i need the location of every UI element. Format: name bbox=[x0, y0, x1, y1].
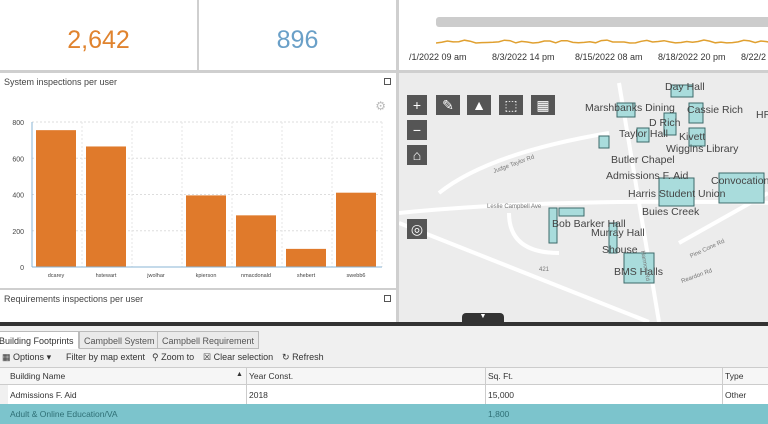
column-divider bbox=[246, 367, 247, 404]
clear-selection-button[interactable]: ☒ Clear selection bbox=[203, 352, 273, 363]
tab-campbell-system[interactable]: Campbell System bbox=[79, 331, 160, 349]
bar-chart: 0 200 400 600 800 dcarey hstewart jwolhar kpiers… bbox=[12, 120, 383, 279]
table-header bbox=[0, 367, 768, 385]
column-header: Year Const. bbox=[249, 371, 294, 381]
collapse-table-handle[interactable]: ▼ bbox=[462, 313, 504, 322]
timeline-tick-label: /1/2022 09 am bbox=[409, 52, 467, 62]
system-inspections-panel: System inspections per user ⚙ 0 200 400 600… bbox=[0, 73, 396, 288]
maximize-icon[interactable] bbox=[384, 295, 391, 302]
column-header: Building Name bbox=[10, 371, 66, 381]
timeline-slider[interactable] bbox=[436, 17, 768, 27]
table-cell: 2018 bbox=[249, 390, 268, 400]
zoom-to-button[interactable]: ⚲ Zoom to bbox=[152, 352, 194, 363]
table-cell: 1,800 bbox=[488, 409, 510, 419]
y-tick-label: 600 bbox=[12, 156, 24, 163]
basemap-icon[interactable]: ▲ bbox=[467, 95, 491, 115]
home-button[interactable]: ⌂ bbox=[407, 145, 427, 165]
map-label[interactable]: Taylor Hall bbox=[619, 128, 668, 140]
road-label: Reardon Rd bbox=[681, 268, 713, 285]
select-icon[interactable]: ⬚ bbox=[499, 95, 523, 115]
options-button[interactable]: ▦ Options ▾ bbox=[2, 352, 51, 363]
panel-title: Requirements inspections per user bbox=[4, 294, 144, 304]
y-tick-label: 800 bbox=[12, 120, 24, 127]
kpi-value: 2,642 bbox=[67, 26, 130, 54]
bar-nmacdonald[interactable] bbox=[236, 215, 276, 267]
table-cell: Admissions F. Aid bbox=[10, 390, 77, 400]
bar-swebb6[interactable] bbox=[336, 192, 376, 267]
refresh-button[interactable]: ↻ Refresh bbox=[282, 352, 324, 363]
map-label[interactable]: BMS Halls bbox=[614, 266, 663, 278]
table-cell: Adult & Online Education/VA bbox=[10, 409, 118, 419]
map-label[interactable]: Wiggins Library bbox=[666, 143, 739, 155]
x-tick-label: nmacdonald bbox=[241, 273, 271, 279]
y-tick-label: 400 bbox=[12, 193, 24, 200]
tab-campbell-requirement[interactable]: Campbell Requirement bbox=[157, 331, 260, 349]
refresh-icon: ↻ bbox=[282, 352, 290, 362]
kpi-value: 896 bbox=[276, 26, 319, 54]
x-tick-label: shebert bbox=[297, 273, 316, 279]
x-tick-label: swebb6 bbox=[347, 273, 366, 279]
table-cell: Other bbox=[725, 390, 747, 400]
map-label[interactable]: Day Hall bbox=[665, 81, 705, 93]
map-label[interactable]: Cassie Rich bbox=[687, 104, 743, 116]
locate-button[interactable]: ◎ bbox=[407, 219, 427, 239]
grid-icon: ▦ bbox=[2, 352, 11, 362]
table-row[interactable] bbox=[8, 385, 768, 404]
timeline-line bbox=[436, 39, 768, 44]
x-tick-label: dcarey bbox=[48, 273, 65, 279]
column-divider bbox=[722, 367, 723, 404]
bar-hstewart[interactable] bbox=[86, 146, 126, 267]
zoom-out-button[interactable]: − bbox=[407, 120, 427, 140]
timeline-tick-label: 8/22/2 bbox=[741, 52, 767, 62]
column-divider bbox=[485, 367, 486, 404]
timeline-card: /1/2022 09 am 8/3/2022 14 pm 8/15/2022 08 … bbox=[399, 0, 768, 70]
road-label: 421 bbox=[539, 267, 550, 273]
x-tick-label: jwolhar bbox=[146, 273, 165, 279]
timeline-sparkline bbox=[436, 39, 768, 44]
map-label[interactable]: Harris Student Union bbox=[628, 188, 726, 200]
road-label: Pine Cone Rd bbox=[689, 239, 725, 260]
kpi-card-2: 896 bbox=[199, 0, 396, 70]
bar-dcarey[interactable] bbox=[36, 130, 76, 267]
map[interactable]: Day Hall Marshbanks Dining Cassie Rich HR D … bbox=[399, 73, 768, 322]
draw-point-icon[interactable]: ✎ bbox=[436, 95, 460, 115]
timeline-tick-label: 8/18/2022 20 pm bbox=[658, 52, 726, 62]
zoom-in-button[interactable]: + bbox=[407, 95, 427, 115]
clear-icon: ☒ bbox=[203, 352, 212, 362]
map-label[interactable]: Admissions F. Aid bbox=[606, 170, 688, 182]
map-label[interactable]: Convocation bbox=[711, 175, 768, 187]
map-label[interactable]: Buies Creek bbox=[642, 206, 700, 218]
pin-icon: ⚲ bbox=[152, 352, 159, 362]
requirements-inspections-panel: Requirements inspections per user bbox=[0, 290, 396, 322]
bar-kpierson[interactable] bbox=[186, 195, 226, 267]
timeline-tick-label: 8/15/2022 08 am bbox=[575, 52, 643, 62]
map-label[interactable]: Butler Chapel bbox=[611, 154, 675, 166]
x-tick-label: kpierson bbox=[196, 273, 217, 279]
column-header: Type bbox=[725, 371, 744, 381]
y-tick-label: 0 bbox=[20, 265, 24, 272]
road-label: Leslie Campbell Ave bbox=[487, 204, 542, 210]
sort-asc-icon[interactable]: ▲ bbox=[236, 371, 243, 378]
grid-icon[interactable]: ▦ bbox=[531, 95, 555, 115]
map-label[interactable]: HR bbox=[756, 109, 768, 121]
map-label[interactable]: Murray Hall bbox=[591, 227, 645, 239]
map-label[interactable]: Kivett bbox=[679, 131, 705, 143]
column-header: Sq. Ft. bbox=[488, 371, 514, 381]
timeline-tick-label: 8/3/2022 14 pm bbox=[492, 52, 555, 62]
table-cell: 15,000 bbox=[488, 390, 514, 400]
bar-shebert[interactable] bbox=[286, 248, 326, 267]
tab-building-footprints[interactable]: Building Footprints bbox=[0, 331, 79, 349]
y-tick-label: 200 bbox=[12, 229, 24, 236]
map-label[interactable]: Shouse bbox=[602, 244, 638, 256]
map-label[interactable]: Marshbanks Dining bbox=[585, 102, 675, 114]
x-tick-label: hstewart bbox=[96, 273, 117, 279]
filter-by-extent-button[interactable]: Filter by map extent bbox=[66, 352, 145, 362]
kpi-card-1: 2,642 bbox=[0, 0, 197, 70]
